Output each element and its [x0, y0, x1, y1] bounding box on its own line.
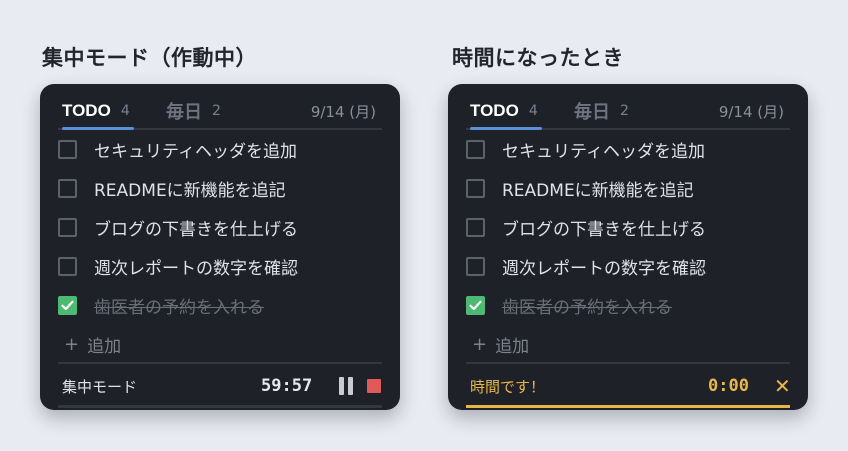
- tab-bar: TODO 4 毎日 2 9/14 (月): [58, 94, 382, 130]
- list-item-label: セキュリティヘッダを追加: [502, 142, 705, 162]
- checkmark-icon: [469, 300, 482, 311]
- list-item[interactable]: READMEに新機能を追記: [58, 169, 382, 208]
- times-up-status-bar: 時間です！ 0:00 ✕: [466, 362, 791, 410]
- list-item-label: ブログの下書きを仕上げる: [502, 220, 706, 240]
- tab-bar: TODO 4 毎日 2 9/14 (月): [466, 94, 790, 130]
- caption-focus-mode: 集中モード（作動中）: [42, 46, 257, 70]
- tab-todo[interactable]: TODO 4: [62, 94, 134, 130]
- checkbox[interactable]: [466, 140, 485, 159]
- list-item-completed[interactable]: 歯医者の予約を入れる: [58, 286, 382, 325]
- stop-icon[interactable]: [367, 379, 381, 393]
- checkbox-checked[interactable]: [466, 296, 485, 315]
- tab-daily-count: 2: [212, 103, 221, 119]
- close-icon[interactable]: ✕: [774, 364, 791, 408]
- list-item[interactable]: セキュリティヘッダを追加: [58, 130, 382, 169]
- checkbox[interactable]: [58, 140, 77, 159]
- add-item-label: 追加: [87, 337, 122, 357]
- tab-daily[interactable]: 毎日 2: [574, 94, 629, 128]
- list-item-label: READMEに新機能を追記: [502, 181, 694, 201]
- checkbox[interactable]: [58, 218, 77, 237]
- plus-icon: +: [64, 334, 80, 355]
- checkbox-checked[interactable]: [58, 296, 77, 315]
- todo-list: セキュリティヘッダを追加 READMEに新機能を追記 ブログの下書きを仕上げる …: [58, 130, 382, 364]
- focus-mode-label: 集中モード: [62, 377, 138, 396]
- list-item-label: ブログの下書きを仕上げる: [94, 220, 298, 240]
- progress-bar-complete: [466, 405, 790, 408]
- tab-daily-count: 2: [620, 103, 629, 119]
- tab-daily[interactable]: 毎日 2: [166, 94, 221, 128]
- tab-todo-count: 4: [120, 103, 130, 119]
- list-item[interactable]: ブログの下書きを仕上げる: [58, 208, 382, 247]
- checkbox[interactable]: [58, 257, 77, 276]
- checkbox[interactable]: [466, 179, 485, 198]
- countdown-timer: 0:00: [708, 376, 749, 396]
- todo-panel-times-up: TODO 4 毎日 2 9/14 (月) セキュリティヘッダを追加 README…: [448, 84, 808, 410]
- pause-icon[interactable]: [339, 377, 353, 395]
- times-up-label: 時間です！: [470, 377, 546, 396]
- list-item[interactable]: READMEに新機能を追記: [466, 169, 790, 208]
- tab-daily-label: 毎日: [574, 102, 610, 123]
- list-item[interactable]: 週次レポートの数字を確認: [58, 247, 382, 286]
- add-item-button[interactable]: + 追加: [58, 325, 382, 364]
- list-item-completed[interactable]: 歯医者の予約を入れる: [466, 286, 790, 325]
- list-item-label: 週次レポートの数字を確認: [94, 259, 298, 279]
- date-label: 9/14 (月): [718, 102, 784, 121]
- focus-status-bar: 集中モード 59:57: [58, 362, 382, 410]
- tab-daily-label: 毎日: [166, 102, 202, 123]
- add-item-label: 追加: [495, 337, 530, 357]
- list-item[interactable]: 週次レポートの数字を確認: [466, 247, 790, 286]
- tab-todo-label: TODO: [470, 101, 519, 120]
- tab-todo-count: 4: [528, 103, 538, 119]
- tab-todo-label: TODO: [62, 101, 111, 120]
- list-item-label: 歯医者の予約を入れる: [94, 298, 264, 318]
- list-item-label: READMEに新機能を追記: [94, 181, 286, 201]
- caption-times-up: 時間になったとき: [452, 46, 624, 70]
- todo-list: セキュリティヘッダを追加 READMEに新機能を追記 ブログの下書きを仕上げる …: [466, 130, 790, 364]
- list-item-label: セキュリティヘッダを追加: [94, 142, 297, 162]
- list-item[interactable]: セキュリティヘッダを追加: [466, 130, 790, 169]
- plus-icon: +: [472, 334, 488, 355]
- date-label: 9/14 (月): [310, 102, 376, 121]
- countdown-timer: 59:57: [261, 376, 313, 396]
- list-item-label: 週次レポートの数字を確認: [502, 259, 706, 279]
- checkbox[interactable]: [466, 257, 485, 276]
- tab-todo[interactable]: TODO 4: [470, 94, 542, 130]
- checkbox[interactable]: [58, 179, 77, 198]
- checkmark-icon: [61, 300, 74, 311]
- list-item-label: 歯医者の予約を入れる: [502, 298, 672, 318]
- checkbox[interactable]: [466, 218, 485, 237]
- add-item-button[interactable]: + 追加: [466, 325, 790, 364]
- list-item[interactable]: ブログの下書きを仕上げる: [466, 208, 790, 247]
- todo-panel-focus: TODO 4 毎日 2 9/14 (月) セキュリティヘッダを追加 README…: [40, 84, 400, 410]
- progress-track: [58, 405, 382, 408]
